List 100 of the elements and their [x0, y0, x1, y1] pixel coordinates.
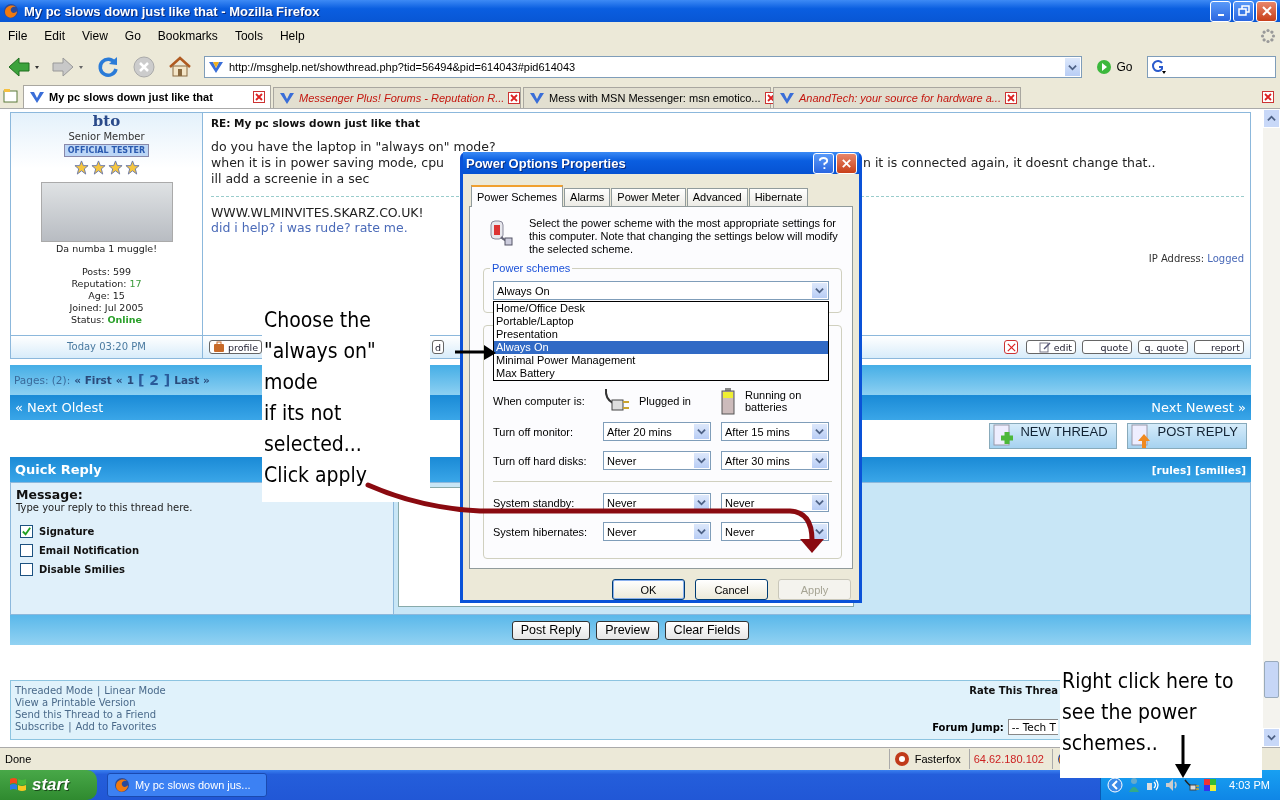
- menu-item[interactable]: View: [76, 29, 114, 43]
- post-text: ill add a screenie in a sec: [211, 171, 371, 187]
- form-button[interactable]: Post Reply: [511, 620, 591, 640]
- scroll-down-button[interactable]: [1263, 728, 1280, 747]
- dropdown-option[interactable]: Minimal Power Management: [494, 354, 828, 367]
- close-button[interactable]: [1256, 0, 1277, 22]
- dropdown-option[interactable]: Home/Office Desk: [494, 302, 828, 315]
- chevron-left-icon[interactable]: [1107, 777, 1124, 793]
- dropdown-button[interactable]: [812, 495, 827, 510]
- profile-button[interactable]: profile: [209, 340, 262, 354]
- menu-item[interactable]: Bookmarks: [151, 29, 224, 43]
- plugged-in-select[interactable]: Never: [603, 451, 711, 470]
- menu-item[interactable]: File: [2, 29, 34, 43]
- close-tab-button[interactable]: [1262, 91, 1274, 103]
- browser-tab[interactable]: My pc slows down just like that: [23, 85, 271, 108]
- form-button[interactable]: Clear Fields: [664, 620, 750, 640]
- menu-item[interactable]: Go: [118, 29, 147, 43]
- author-name[interactable]: bto: [92, 113, 121, 130]
- user-rank: Senior Member: [68, 130, 145, 143]
- dialog-tab[interactable]: Hibernate: [748, 188, 809, 206]
- forum-jump-select[interactable]: -- Tech T: [1007, 719, 1058, 735]
- dialog-tab[interactable]: Alarms: [564, 188, 611, 206]
- menu-item[interactable]: Edit: [38, 29, 72, 43]
- taskbar-button[interactable]: My pc slows down jus...: [107, 773, 267, 797]
- browser-tab[interactable]: AnandTech: your source for hardware a...: [773, 87, 1021, 108]
- start-button[interactable]: start: [0, 770, 97, 800]
- dropdown-button[interactable]: [812, 453, 827, 468]
- setting-label: System standby:: [493, 496, 576, 509]
- footer-link[interactable]: Add to Favorites: [75, 721, 157, 733]
- maximize-button[interactable]: [1233, 0, 1254, 22]
- home-icon[interactable]: [168, 55, 192, 79]
- footer-link[interactable]: Linear Mode: [104, 685, 166, 697]
- dropdown-button[interactable]: [812, 283, 827, 298]
- page-link[interactable]: 1: [126, 374, 134, 386]
- dropdown-button[interactable]: [694, 424, 709, 439]
- browser-tab[interactable]: Messenger Plus! Forums - Reputation R...: [273, 87, 521, 108]
- dialog-tab[interactable]: Advanced: [686, 188, 748, 206]
- battery-icon: [721, 387, 735, 415]
- clock-text: 4:03 PM: [1229, 779, 1270, 791]
- page-link[interactable]: «: [115, 374, 123, 386]
- browser-tab[interactable]: Mess with MSN Messenger: msn emotico...: [523, 87, 771, 108]
- dropdown-button[interactable]: [812, 424, 827, 439]
- flag-icon[interactable]: [1202, 777, 1219, 793]
- page-link[interactable]: « First: [74, 374, 112, 386]
- dropdown-button[interactable]: [694, 453, 709, 468]
- dialog-button[interactable]: Cancel: [695, 579, 768, 600]
- footer-link[interactable]: View a Printable Version: [15, 697, 136, 709]
- post-action-button[interactable]: q. quote: [1138, 340, 1188, 354]
- checkbox[interactable]: [20, 544, 33, 557]
- dialog-tab[interactable]: Power Schemes: [471, 185, 564, 207]
- battery-select[interactable]: After 15 mins: [721, 422, 829, 441]
- post-reply-button[interactable]: POST REPLY: [1126, 423, 1247, 449]
- plugged-in-select[interactable]: Never: [603, 522, 711, 541]
- footer-link[interactable]: Send this Thread to a Friend: [15, 709, 157, 721]
- footer-link[interactable]: Subscribe: [15, 721, 65, 733]
- new-thread-button[interactable]: NEW THREAD: [989, 423, 1117, 449]
- close-button[interactable]: [836, 152, 857, 174]
- dropdown-option[interactable]: Presentation: [494, 328, 828, 341]
- scheme-select[interactable]: Always On: [493, 281, 829, 300]
- dropdown-option[interactable]: Portable/Laptop: [494, 315, 828, 328]
- menu-item[interactable]: Help: [273, 29, 311, 43]
- signature-link[interactable]: did i help? i was rude? rate me.: [211, 220, 408, 235]
- dropdown-button[interactable]: [694, 524, 709, 539]
- wireless-icon[interactable]: [1145, 777, 1162, 793]
- dialog-tab[interactable]: Power Meter: [611, 188, 686, 206]
- reload-icon[interactable]: [96, 55, 120, 79]
- battery-select[interactable]: After 30 mins: [721, 451, 829, 470]
- help-button[interactable]: [813, 152, 834, 174]
- go-button[interactable]: Go: [1092, 59, 1137, 75]
- dropdown-option[interactable]: Max Battery: [494, 367, 828, 380]
- post-button[interactable]: d: [432, 340, 444, 354]
- checkbox[interactable]: [20, 563, 33, 576]
- close-tab-button[interactable]: [1005, 92, 1017, 104]
- close-tab-button[interactable]: [508, 92, 521, 104]
- scrollbar[interactable]: [1263, 109, 1280, 747]
- post-action-button[interactable]: quote: [1082, 340, 1132, 354]
- minimize-button[interactable]: [1210, 0, 1231, 22]
- checkbox[interactable]: [20, 525, 33, 538]
- dropdown-option[interactable]: Always On: [494, 341, 828, 354]
- post-text: n it is connected again, it doesnt change that..: [863, 155, 1156, 171]
- plugged-in-select[interactable]: After 20 mins: [603, 422, 711, 441]
- close-icon: [1005, 92, 1017, 104]
- scroll-thumb[interactable]: [1264, 661, 1279, 698]
- post-action-button[interactable]: edit: [1026, 340, 1076, 354]
- search-field[interactable]: [1146, 56, 1276, 78]
- caret-icon: [1068, 62, 1078, 72]
- battery-select[interactable]: Never: [721, 522, 829, 541]
- footer-link[interactable]: Threaded Mode: [15, 685, 93, 697]
- delete-button[interactable]: [1004, 340, 1018, 354]
- post-action-button[interactable]: report: [1194, 340, 1244, 354]
- dropdown-button[interactable]: [1064, 57, 1082, 77]
- page-link[interactable]: Last »: [174, 374, 210, 386]
- address-field[interactable]: http://msghelp.net/showthread.php?tid=56494&pid=614043#pid614043: [204, 56, 1083, 78]
- power-plug-icon[interactable]: [1183, 777, 1200, 793]
- menu-item[interactable]: Tools: [228, 29, 269, 43]
- close-tab-button[interactable]: [253, 91, 265, 103]
- extension-status[interactable]: Fasterfox: [888, 749, 969, 769]
- scroll-up-button[interactable]: [1263, 109, 1280, 128]
- dialog-button[interactable]: OK: [612, 579, 685, 600]
- form-button[interactable]: Preview: [596, 620, 659, 640]
